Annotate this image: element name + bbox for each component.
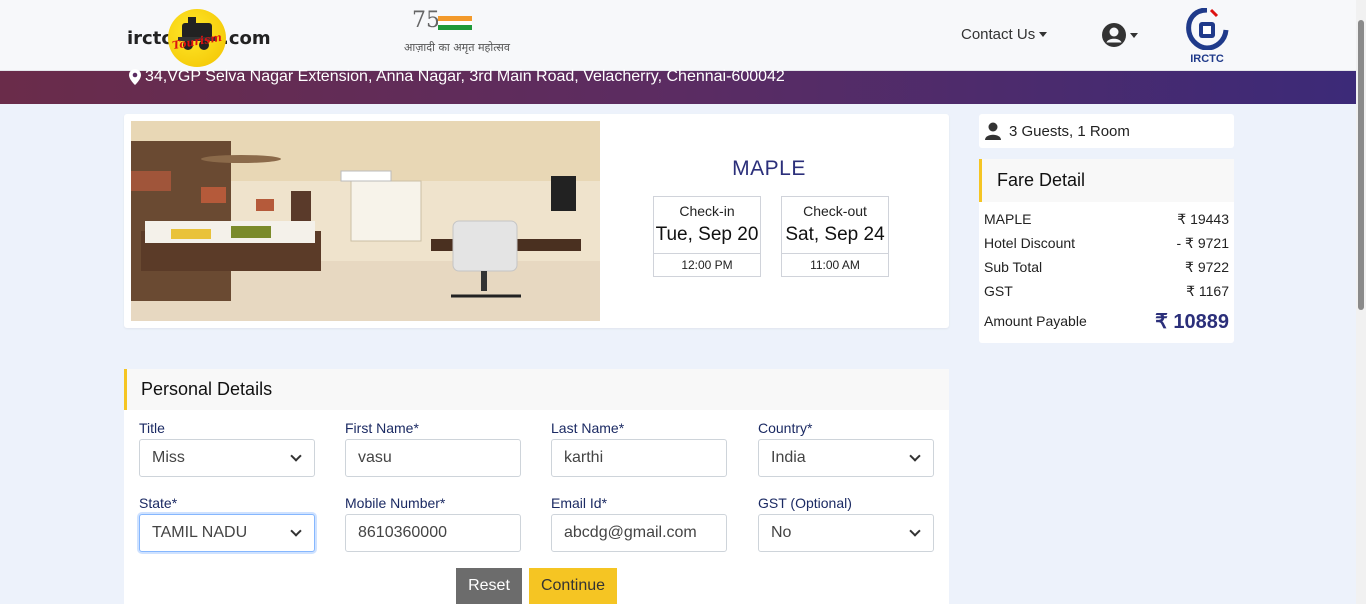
user-circle-icon	[1102, 23, 1126, 47]
fare-row-label: Hotel Discount	[984, 235, 1076, 251]
personal-details-form: Personal Details Title Miss First Name* …	[124, 369, 949, 604]
guests-summary: 3 Guests, 1 Room	[979, 114, 1234, 148]
chevron-down-icon	[909, 525, 921, 537]
fare-row: GST ₹ 1167	[979, 279, 1234, 303]
gst-select-value: No	[771, 524, 792, 541]
email-value: abcdg@gmail.com	[564, 524, 697, 541]
first-name-label: First Name*	[345, 420, 419, 436]
state-select-value: TAMIL NADU	[152, 524, 248, 541]
reset-button[interactable]: Reset	[456, 568, 522, 604]
state-label: State*	[139, 495, 178, 511]
country-select[interactable]: India	[758, 439, 934, 477]
user-icon	[985, 122, 1001, 140]
country-select-value: India	[771, 449, 806, 466]
guests-text: 3 Guests, 1 Room	[1009, 122, 1130, 140]
fare-detail-card: Fare Detail MAPLE ₹ 19443 Hotel Discount…	[979, 159, 1234, 343]
mobile-value: 8610360000	[358, 524, 447, 541]
amount-payable-value: ₹ 10889	[1155, 310, 1229, 333]
gst-field-group: GST (Optional) No	[758, 495, 934, 552]
contact-us-dropdown[interactable]: Contact Us	[961, 26, 1048, 43]
personal-details-title: Personal Details	[124, 369, 949, 410]
mobile-label: Mobile Number*	[345, 495, 446, 511]
fare-row-label: GST	[984, 283, 1013, 299]
page-scrollbar-thumb[interactable]	[1358, 20, 1364, 310]
chevron-down-icon	[290, 525, 302, 537]
hotel-address-text: 34,VGP Selva Nagar Extension, Anna Nagar…	[145, 68, 785, 85]
fare-row-label: Sub Total	[984, 259, 1043, 275]
chevron-down-icon	[909, 450, 921, 462]
irctc-emblem[interactable]: IRCTC	[1183, 7, 1231, 65]
last-name-input[interactable]: karthi	[551, 439, 727, 477]
title-select[interactable]: Miss	[139, 439, 315, 477]
fare-row-amount: - ₹ 9721	[1176, 234, 1230, 251]
checkin-label: Check-in	[679, 203, 735, 219]
checkout-time: 11:00 AM	[782, 253, 888, 276]
gst-select[interactable]: No	[758, 514, 934, 552]
title-label: Title	[139, 420, 165, 436]
last-name-value: karthi	[564, 449, 604, 466]
continue-button[interactable]: Continue	[529, 568, 617, 604]
first-name-value: vasu	[358, 449, 392, 466]
checkout-box: Check-out Sat, Sep 24 11:00 AM	[781, 196, 889, 277]
fare-total-row: Amount Payable ₹ 10889	[979, 307, 1234, 335]
checkin-time: 12:00 PM	[654, 253, 760, 276]
irctc-emblem-label: IRCTC	[1190, 53, 1224, 65]
state-select[interactable]: TAMIL NADU	[139, 514, 315, 552]
fare-detail-title: Fare Detail	[979, 159, 1234, 202]
azadi-text: आज़ादी का अमृत महोत्सव	[404, 41, 510, 54]
mobile-input[interactable]: 8610360000	[345, 514, 521, 552]
fare-row-amount: ₹ 19443	[1177, 210, 1229, 227]
flag-icon	[438, 16, 472, 30]
email-input[interactable]: abcdg@gmail.com	[551, 514, 727, 552]
irctc-emblem-icon	[1186, 7, 1229, 51]
hotel-name: MAPLE	[732, 157, 806, 180]
caret-down-icon	[1039, 32, 1048, 37]
map-marker-icon	[129, 69, 141, 85]
fare-row: Hotel Discount - ₹ 9721	[979, 231, 1234, 255]
gst-label: GST (Optional)	[758, 495, 852, 511]
mobile-field-group: Mobile Number* 8610360000	[345, 495, 521, 552]
email-field-group: Email Id* abcdg@gmail.com	[551, 495, 727, 552]
checkout-label: Check-out	[803, 203, 867, 219]
chevron-down-icon	[290, 450, 302, 462]
amount-payable-label: Amount Payable	[984, 313, 1087, 329]
checkin-date: Tue, Sep 20	[655, 224, 759, 245]
checkin-box: Check-in Tue, Sep 20 12:00 PM	[653, 196, 761, 277]
fare-row: MAPLE ₹ 19443	[979, 207, 1234, 231]
email-label: Email Id*	[551, 495, 608, 511]
hotel-address-band: 34,VGP Selva Nagar Extension, Anna Nagar…	[0, 68, 1356, 104]
checkout-date: Sat, Sep 24	[785, 224, 885, 245]
title-select-value: Miss	[152, 449, 185, 466]
last-name-label: Last Name*	[551, 420, 625, 436]
hotel-room-image	[131, 121, 600, 321]
country-label: Country*	[758, 420, 813, 436]
azadi-number: 75	[412, 8, 440, 33]
hotel-summary-card: MAPLE Check-in Tue, Sep 20 12:00 PM Chec…	[124, 114, 949, 328]
irctc-tourism-logo[interactable]: irctc Tourism .com	[127, 8, 271, 68]
fare-row-label: MAPLE	[984, 211, 1032, 227]
country-field-group: Country* India	[758, 420, 934, 477]
last-name-field-group: Last Name* karthi	[551, 420, 727, 477]
top-navbar: irctc Tourism .com 75 आज़ादी का अमृत महो…	[0, 0, 1356, 71]
caret-down-icon	[1130, 32, 1138, 38]
title-field-group: Title Miss	[139, 420, 315, 477]
fare-row-amount: ₹ 9722	[1185, 258, 1229, 275]
logo-text-irctc: irctc	[127, 27, 172, 49]
user-account-dropdown[interactable]	[1101, 22, 1138, 48]
azadi-ka-amrit-mahotsav-logo: 75 आज़ादी का अमृत महोत्सव	[404, 8, 510, 62]
fare-row: Sub Total ₹ 9722	[979, 255, 1234, 279]
hotel-address: 34,VGP Selva Nagar Extension, Anna Nagar…	[129, 68, 785, 86]
contact-us-label: Contact Us	[961, 26, 1036, 43]
logo-text-com: .com	[222, 27, 271, 49]
state-field-group: State* TAMIL NADU	[139, 495, 315, 552]
first-name-input[interactable]: vasu	[345, 439, 521, 477]
fare-row-amount: ₹ 1167	[1186, 282, 1229, 299]
logo-train-badge: Tourism	[168, 9, 226, 67]
first-name-field-group: First Name* vasu	[345, 420, 521, 477]
